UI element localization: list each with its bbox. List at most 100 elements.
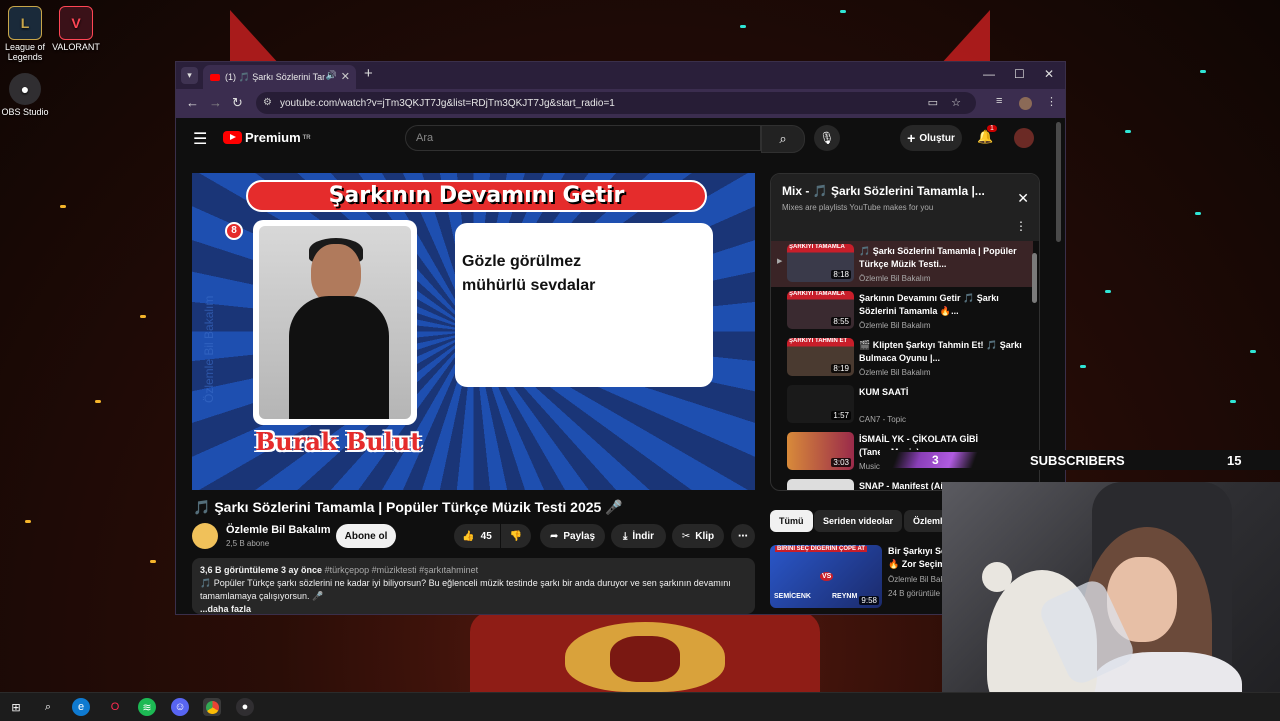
desktop-icon-label: OBS Studio [1,107,49,117]
search-icon: ⌕ [779,131,787,146]
spark [840,10,846,13]
search-icon[interactable]: ⌕ [39,698,57,716]
create-button[interactable]: + Oluştur [900,125,962,151]
mix-thumbnail: ŞARKIYI TAHMİN ET 8:19 [787,338,854,376]
page-scrollbar[interactable] [1056,122,1061,242]
mix-thumbnail: 3:03 [787,432,854,470]
spark [740,25,746,28]
description-text: 🎵 Popüler Türkçe şarkı sözlerini ne kada… [200,578,731,601]
search-button[interactable]: ⌕ [761,125,805,153]
mix-thumbnail: ŞARKIYI TAMAMLA 8:18 [787,244,854,282]
maximize-icon[interactable]: ☐ [1014,67,1025,81]
speaker-icon[interactable]: 🔊 [326,70,337,81]
rec-thumbnail: BİRİNİ SEÇ DİĞERİNİ ÇÖPE AT SEMİCENK VS … [770,545,882,608]
opera-gx-icon[interactable]: O [106,698,124,716]
download-label: İndir [632,530,655,542]
back-icon[interactable]: ← [186,95,199,110]
rec-title-line2: 🔥 Zor Seçim [888,559,946,569]
minimize-icon[interactable]: — [983,67,995,81]
obs-taskbar-icon[interactable]: ● [236,698,254,716]
video-player[interactable]: Şarkının Devamını Getir 8 Özlemle Bil Ba… [192,173,755,490]
menu-dots-icon[interactable]: ⋮ [1046,95,1057,108]
spark [25,520,31,523]
account-avatar[interactable] [1014,128,1034,148]
desktop-icon-league[interactable]: L League of Legends [0,6,50,62]
spark [1195,212,1201,215]
plus-icon: + [907,130,916,146]
spark [1080,365,1086,368]
cast-icon[interactable]: ▭ [928,96,938,109]
desktop-icon-obs[interactable]: ● OBS Studio [0,73,50,117]
subscribe-button[interactable]: Abone ol [336,524,396,548]
voice-search-button[interactable]: 🎙 [814,125,840,151]
artist-name: Burak Bulut [255,427,422,456]
chip-series[interactable]: Seriden videolar [814,510,903,532]
show-more-link[interactable]: ...daha fazla [200,603,747,614]
new-tab-icon[interactable]: + [364,65,373,82]
logo-country: TR [302,134,311,141]
like-button[interactable]: 👍 45 [454,524,500,548]
duration: 8:18 [831,270,851,279]
profile-avatar[interactable] [1019,97,1032,110]
tab-youtube[interactable]: (1) 🎵 Şarkı Sözlerini Tamam 🔊 ✕ [203,65,356,89]
tab-search-button[interactable]: ▾ [181,67,198,84]
duration: 8:19 [831,364,851,373]
rec-thumb-top: BİRİNİ SEÇ DİĞERİNİ ÇÖPE AT [775,546,868,552]
channel-subscribers: 2,5 B abone [226,539,270,548]
forward-icon[interactable]: → [209,95,222,110]
site-info-icon[interactable]: ⚙ [263,97,272,108]
reload-icon[interactable]: ↻ [232,95,243,111]
menu-icon[interactable]: ☰ [193,129,207,149]
wallpaper-red-shape-right [940,10,990,65]
tab-close-icon[interactable]: ✕ [341,70,350,83]
youtube-logo[interactable]: Premium TR [223,130,311,145]
bookmark-star-icon[interactable]: ☆ [951,96,961,109]
view-count: 3,6 B görüntüleme 3 ay önce [200,565,323,575]
window-close-icon[interactable]: ✕ [1044,67,1054,81]
more-actions-button[interactable]: ⋯ [731,524,755,548]
spotify-icon[interactable]: ≋ [138,698,156,716]
hashtags[interactable]: #türkçepop #müziktesti #şarkıtahminet [325,565,479,575]
mix-item-title: Şarkının Devamını Getir 🎵 Şarkı Sözlerin… [859,293,999,316]
tab-title: (1) 🎵 Şarkı Sözlerini Tamam [225,71,325,82]
spark [1200,70,1206,73]
channel-name[interactable]: Özlemle Bil Bakalım [226,524,331,536]
search-placeholder: Ara [416,132,434,144]
spark [1230,400,1236,403]
dislike-button[interactable]: 👎 [501,524,531,548]
rec-views: 24 B görüntüle [888,589,941,598]
windows-start-icon[interactable]: ⊞ [7,698,25,716]
spark [140,315,146,318]
media-control-icon[interactable]: ≡ [996,95,1002,107]
more-vert-icon[interactable]: ⋮ [1015,219,1027,233]
close-icon[interactable]: ✕ [1017,190,1029,207]
rec-thumb-right: REYNM [832,593,858,600]
description-box[interactable]: 3,6 B görüntüleme 3 ay önce #türkçepop #… [192,558,755,614]
lyric-line-2: mühürlü sevdalar [462,277,596,294]
mix-item[interactable]: 1:57 KUM SAATİ CAN7 - Topic [771,382,1033,428]
mix-item[interactable]: ŞARKIYI TAMAMLA 8:55 Şarkının Devamını G… [771,288,1033,334]
obs-studio-icon: ● [9,73,41,105]
mix-item[interactable]: ▶ ŞARKIYI TAMAMLA 8:18 🎵 Şarkı Sözlerini… [771,241,1033,287]
clip-button[interactable]: ✂ Klip [672,524,724,548]
discord-icon[interactable]: ☺ [171,698,189,716]
channel-avatar[interactable] [192,523,218,549]
thumbs-down-icon: 👎 [509,530,523,542]
subscriber-label: SUBSCRIBERS [1030,453,1125,468]
duration: 9:58 [859,596,879,605]
chrome-icon[interactable] [203,698,221,716]
desktop-icon-valorant[interactable]: V VALORANT [51,6,101,52]
edge-icon[interactable]: e [72,698,90,716]
address-bar[interactable]: ⚙ youtube.com/watch?v=jTm3QKJT7Jg&list=R… [256,92,976,114]
share-button[interactable]: ➦ Paylaş [540,524,605,548]
mix-item[interactable]: ŞARKIYI TAHMİN ET 8:19 🎬 Klipten Şarkıyı… [771,335,1033,381]
download-button[interactable]: ⤓ İndir [611,524,666,548]
mix-item-title: 🎵 Şarkı Sözlerini Tamamla | Popüler Türk… [859,246,1017,269]
search-input[interactable]: Ara [405,125,761,151]
question-number: 8 [225,222,243,240]
spark [95,400,101,403]
logo-text: Premium [245,130,301,145]
chip-all[interactable]: Tümü [770,510,813,532]
mix-title[interactable]: Mix - 🎵 Şarkı Sözlerini Tamamla |... [782,184,985,198]
mix-scrollbar[interactable] [1032,253,1037,303]
